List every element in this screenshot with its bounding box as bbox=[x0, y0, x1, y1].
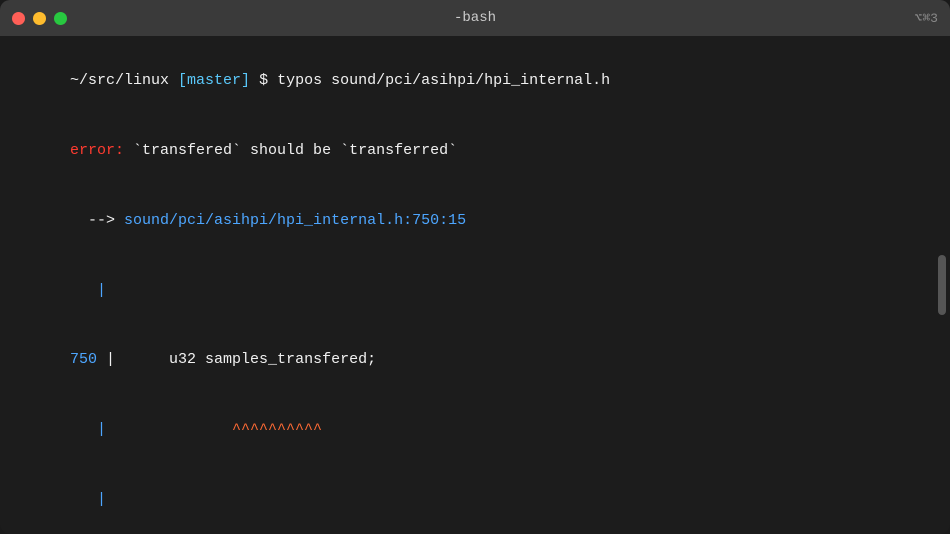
scrollbar[interactable] bbox=[938, 255, 946, 315]
pipe-1a: | bbox=[70, 282, 106, 299]
minimize-button[interactable] bbox=[33, 12, 46, 25]
terminal-line-carets1: | ^^^^^^^^^^ bbox=[16, 395, 934, 465]
close-button[interactable] bbox=[12, 12, 25, 25]
keyboard-shortcut: ⌥⌘3 bbox=[915, 11, 938, 26]
line-number-1: 750 bbox=[70, 351, 97, 368]
title-bar: -bash ⌥⌘3 bbox=[0, 0, 950, 36]
terminal-window: -bash ⌥⌘3 ~/src/linux [master] $ typos s… bbox=[0, 0, 950, 534]
traffic-lights bbox=[12, 12, 67, 25]
code-content-1: | u32 samples_transfered; bbox=[97, 351, 376, 368]
prompt-branch: [master] bbox=[178, 72, 250, 89]
terminal-line-code1: 750 | u32 samples_transfered; bbox=[16, 325, 934, 395]
error-label-1: error: bbox=[70, 142, 124, 159]
window-title: -bash bbox=[454, 10, 496, 26]
pipe-space-1: | bbox=[70, 421, 232, 438]
terminal-line-pipe1b: | bbox=[16, 465, 934, 534]
terminal-line-arrow1: --> sound/pci/asihpi/hpi_internal.h:750:… bbox=[16, 186, 934, 256]
terminal-line-pipe1a: | bbox=[16, 255, 934, 325]
prompt-path: ~/src/linux bbox=[70, 72, 178, 89]
terminal-body[interactable]: ~/src/linux [master] $ typos sound/pci/a… bbox=[0, 36, 950, 534]
file-location-1: sound/pci/asihpi/hpi_internal.h:750:15 bbox=[124, 212, 466, 229]
prompt-dollar: $ typos sound/pci/asihpi/hpi_internal.h bbox=[250, 72, 610, 89]
terminal-line-error1: error: `transfered` should be `transferr… bbox=[16, 116, 934, 186]
terminal-line-prompt1: ~/src/linux [master] $ typos sound/pci/a… bbox=[16, 46, 934, 116]
arrow-prefix-1: --> bbox=[70, 212, 124, 229]
carets-1: ^^^^^^^^^^ bbox=[232, 421, 322, 438]
pipe-1b: | bbox=[70, 491, 106, 508]
maximize-button[interactable] bbox=[54, 12, 67, 25]
error-message-1: `transfered` should be `transferred` bbox=[124, 142, 457, 159]
